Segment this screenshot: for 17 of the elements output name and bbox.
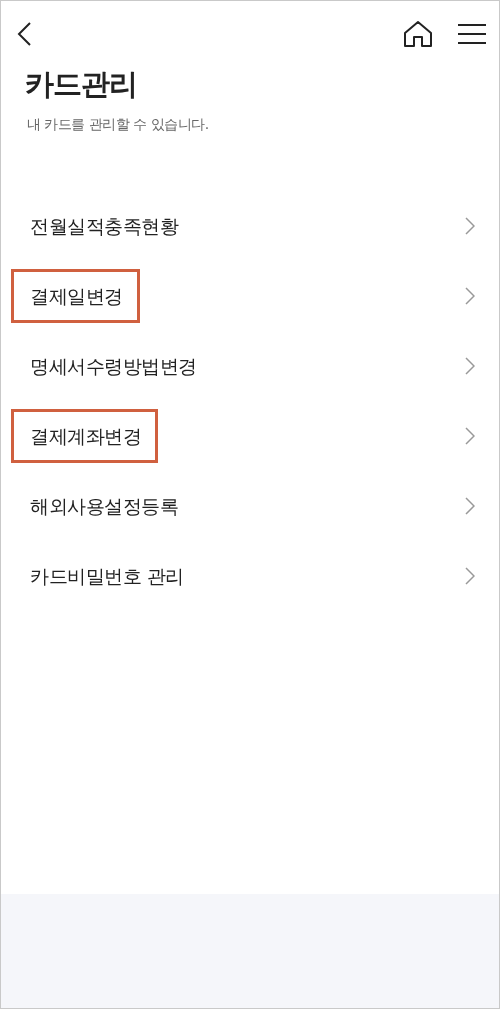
chevron-right-icon [465,566,475,585]
menu-item[interactable]: 명세서수령방법변경 [1,330,499,401]
page-subtitle: 내 카드를 관리할 수 있습니다. [27,114,210,134]
chevron-right-icon [465,216,475,235]
home-icon[interactable] [403,20,433,48]
menu-item[interactable]: 결제일변경 [1,260,499,331]
back-icon[interactable] [15,21,33,47]
menu-icon[interactable] [457,23,487,45]
chevron-right-icon [465,286,475,305]
menu-item[interactable]: 전월실적충족현황 [1,190,499,261]
chevron-right-icon [465,356,475,375]
page-title: 카드관리 [25,67,138,102]
menu-item[interactable]: 결제계좌변경 [1,400,499,471]
chevron-right-icon [465,426,475,445]
chevron-right-icon [465,496,475,515]
menu-item[interactable]: 해외사용설정등록 [1,470,499,541]
menu-item[interactable]: 카드비밀번호 관리 [1,540,499,611]
